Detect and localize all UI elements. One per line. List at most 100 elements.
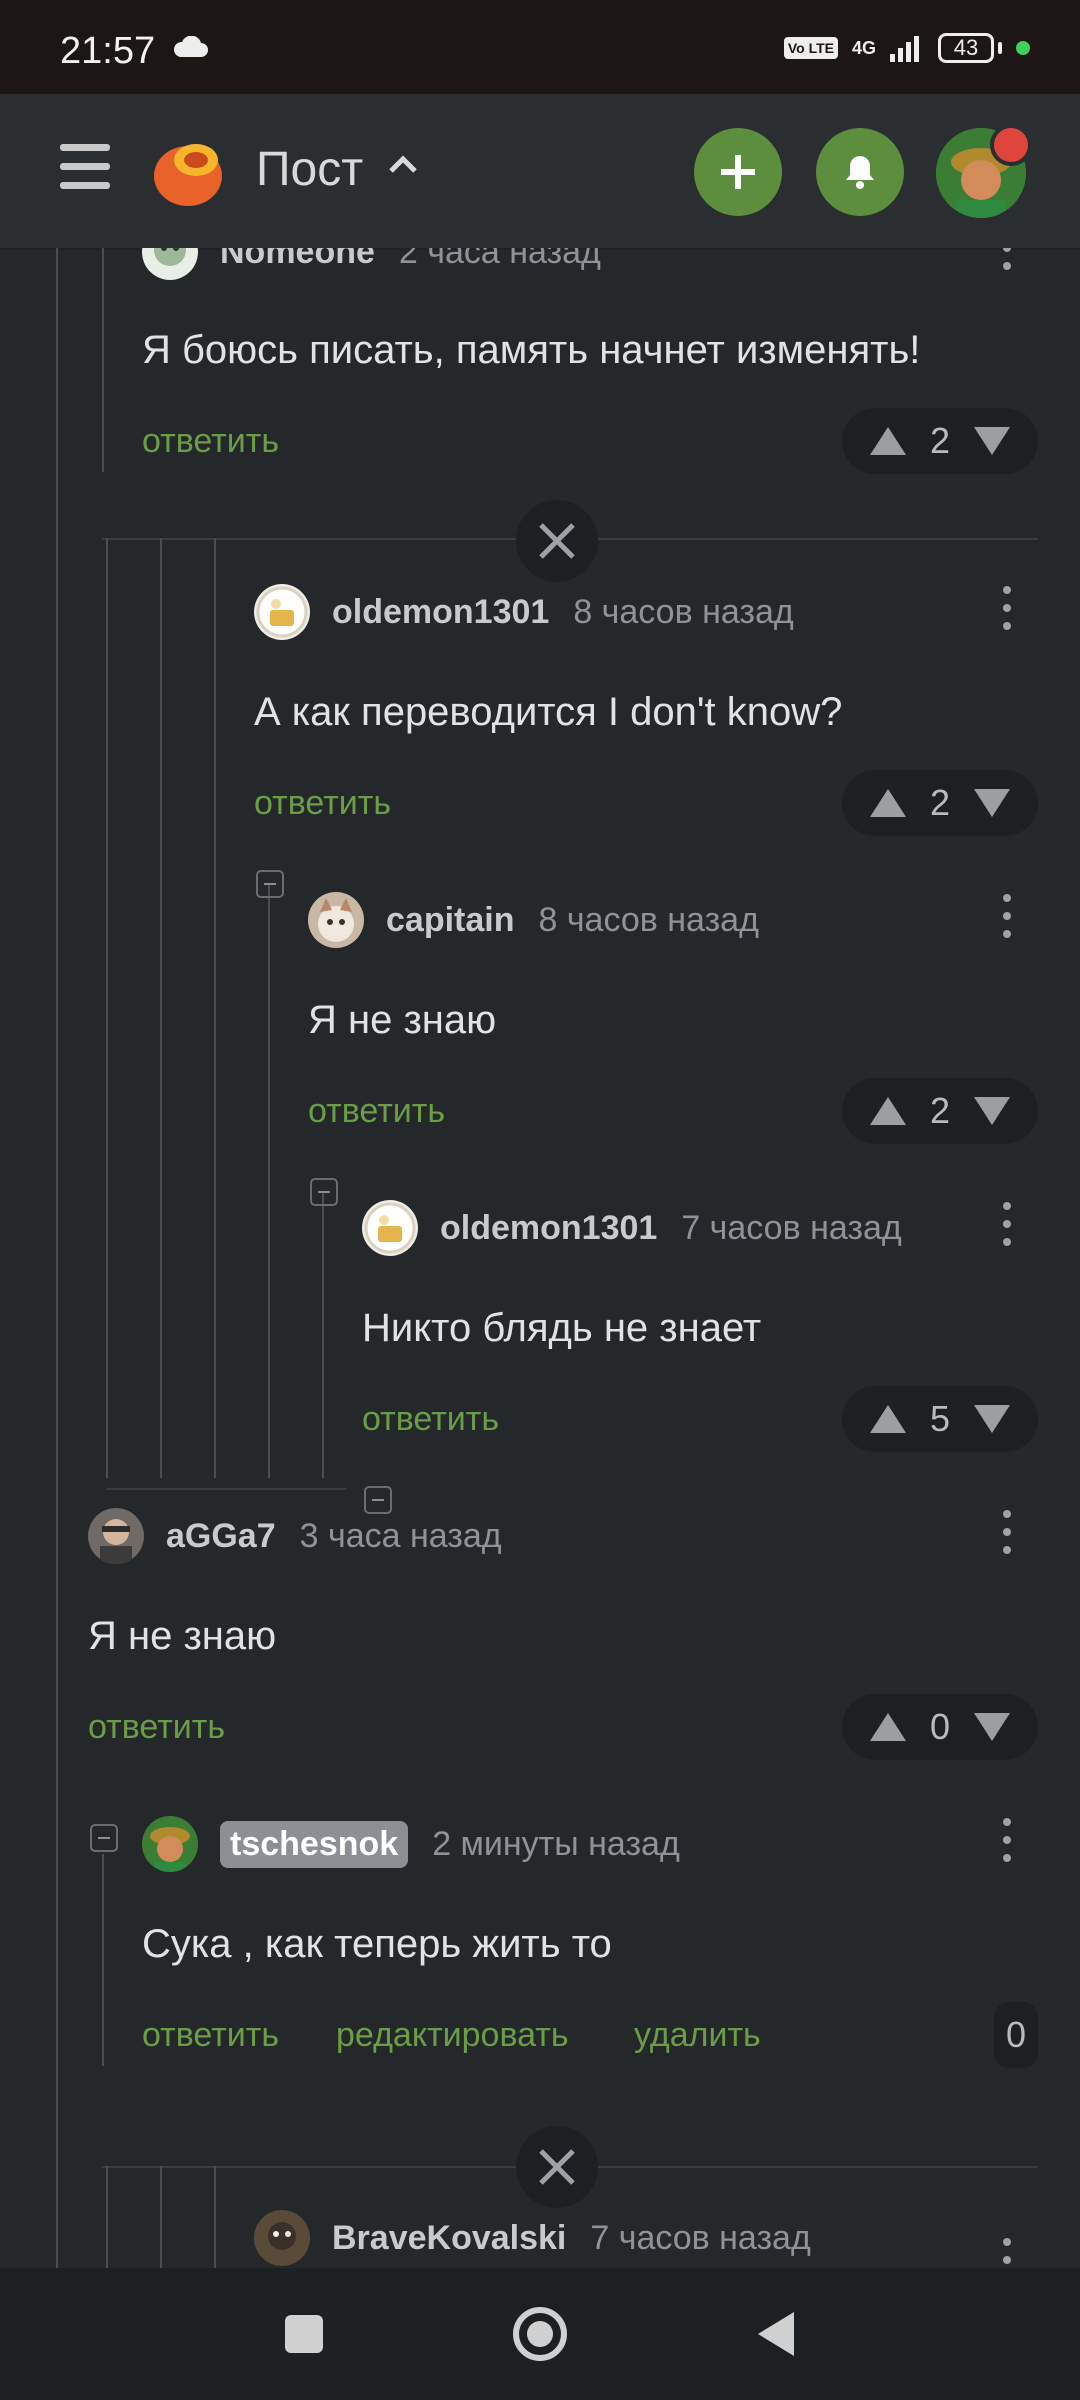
downvote-icon[interactable]	[974, 427, 1010, 455]
comment-header: aGGa7 3 часа назад	[88, 1506, 502, 1566]
comment-author[interactable]: Nomeone	[220, 248, 375, 272]
more-options-icon[interactable]	[1002, 248, 1012, 282]
menu-icon[interactable]	[60, 144, 110, 194]
collapse-branch-button[interactable]	[516, 2126, 598, 2208]
avatar[interactable]	[254, 584, 310, 640]
comment-time[interactable]: 7 часов назад	[590, 2219, 810, 2258]
home-circle-icon	[513, 2307, 567, 2361]
vote-widget: 5	[842, 1386, 1038, 1452]
back-triangle-icon	[758, 2312, 794, 2356]
comment-header: BraveKovalski 7 часов назад	[254, 2208, 811, 2268]
more-options-icon[interactable]	[1002, 586, 1012, 642]
avatar[interactable]	[142, 1816, 198, 1872]
comment-time[interactable]: 2 минуты назад	[432, 1825, 680, 1864]
notifications-button[interactable]	[816, 128, 904, 216]
notification-badge	[990, 124, 1032, 166]
more-options-icon[interactable]	[1002, 1510, 1012, 1566]
page-title[interactable]: Пост	[256, 142, 363, 197]
vote-score: 0	[994, 2002, 1038, 2068]
reply-button[interactable]: ответить	[142, 422, 279, 461]
comment-time[interactable]: 8 часов назад	[573, 593, 793, 632]
logo-icon[interactable]	[150, 130, 230, 210]
avatar[interactable]	[88, 1508, 144, 1564]
status-time: 21:57	[60, 30, 156, 72]
comment-author[interactable]: capitain	[386, 901, 514, 940]
comment-header: Nomeone 2 часа назад	[142, 248, 601, 282]
battery-icon: 43	[938, 33, 994, 63]
comment-author[interactable]: BraveKovalski	[332, 2219, 566, 2258]
vote-widget: 0	[842, 1694, 1038, 1760]
comment-time[interactable]: 8 часов назад	[538, 901, 758, 940]
vote-score: 2	[929, 1090, 951, 1131]
vote-score: 0	[929, 1706, 951, 1747]
more-options-icon[interactable]	[1002, 894, 1012, 950]
reply-button[interactable]: ответить	[254, 784, 391, 823]
thread-line	[106, 538, 108, 1478]
collapse-branch-button[interactable]	[516, 500, 598, 582]
minus-icon	[318, 1191, 330, 1193]
comment-time[interactable]: 2 часа назад	[399, 248, 601, 272]
add-post-button[interactable]	[694, 128, 782, 216]
recents-square-icon	[285, 2315, 323, 2353]
more-options-icon[interactable]	[1002, 1202, 1012, 1258]
comment-time[interactable]: 7 часов назад	[681, 1209, 901, 1248]
vote-widget: 2	[842, 1078, 1038, 1144]
thread-line	[106, 2166, 108, 2268]
network-type: 4G	[851, 37, 876, 58]
comment-time[interactable]: 3 часа назад	[300, 1517, 502, 1556]
thread-line	[160, 2166, 162, 2268]
comment-header: capitain 8 часов назад	[308, 890, 759, 950]
plus-icon	[721, 155, 755, 189]
comments-thread[interactable]: Nomeone 2 часа назад Я боюсь писать, пам…	[0, 248, 1080, 2268]
chevron-up-icon[interactable]	[388, 154, 418, 174]
reply-button[interactable]: ответить	[308, 1092, 445, 1131]
thread-line	[160, 538, 162, 1478]
comment-author[interactable]: oldemon1301	[332, 593, 549, 632]
edit-button[interactable]: редактировать	[336, 2016, 569, 2055]
reply-button[interactable]: ответить	[142, 2016, 279, 2055]
upvote-icon[interactable]	[870, 427, 906, 455]
status-bar: 21:57 Vo LTE 4G 43	[0, 0, 1080, 94]
avatar[interactable]	[254, 2210, 310, 2266]
avatar[interactable]	[362, 1200, 418, 1256]
volte-badge: Vo LTE	[783, 37, 838, 59]
more-options-icon[interactable]	[1002, 1818, 1012, 1874]
collapse-toggle[interactable]	[90, 1824, 118, 1852]
upvote-icon[interactable]	[870, 1405, 906, 1433]
vote-widget: 2	[842, 770, 1038, 836]
avatar[interactable]	[142, 248, 198, 280]
recents-button[interactable]	[276, 2306, 332, 2362]
upvote-icon[interactable]	[870, 1713, 906, 1741]
comment-text: А как переводится I don't know?	[254, 690, 843, 734]
thread-line	[214, 2166, 216, 2268]
home-button[interactable]	[512, 2306, 568, 2362]
comment-header: oldemon1301 7 часов назад	[362, 1198, 902, 1258]
comment-author[interactable]: oldemon1301	[440, 1209, 657, 1248]
thread-line	[102, 248, 104, 472]
close-icon	[539, 523, 575, 559]
thread-line	[268, 884, 270, 1478]
comment-text: Сука , как теперь жить то	[142, 1922, 612, 1966]
downvote-icon[interactable]	[974, 1097, 1010, 1125]
delete-button[interactable]: удалить	[634, 2016, 761, 2055]
back-button[interactable]	[748, 2306, 804, 2362]
downvote-icon[interactable]	[974, 789, 1010, 817]
collapse-toggle[interactable]	[256, 870, 284, 898]
reply-button[interactable]: ответить	[362, 1400, 499, 1439]
collapse-toggle[interactable]	[310, 1178, 338, 1206]
comment-text: Я боюсь писать, память начнет изменять!	[142, 328, 921, 372]
more-options-icon[interactable]	[1002, 2238, 1012, 2268]
comment-author[interactable]: tschesnok	[220, 1820, 409, 1868]
downvote-icon[interactable]	[974, 1405, 1010, 1433]
thread-line	[214, 538, 216, 1478]
upvote-icon[interactable]	[870, 789, 906, 817]
downvote-icon[interactable]	[974, 1713, 1010, 1741]
comment-author[interactable]: aGGa7	[166, 1517, 276, 1556]
vote-widget: 2	[842, 408, 1038, 474]
bell-icon	[846, 156, 874, 189]
battery-level: 43	[953, 35, 979, 60]
upvote-icon[interactable]	[870, 1097, 906, 1125]
thread-line	[56, 248, 58, 2268]
avatar[interactable]	[308, 892, 364, 948]
reply-button[interactable]: ответить	[88, 1708, 225, 1747]
